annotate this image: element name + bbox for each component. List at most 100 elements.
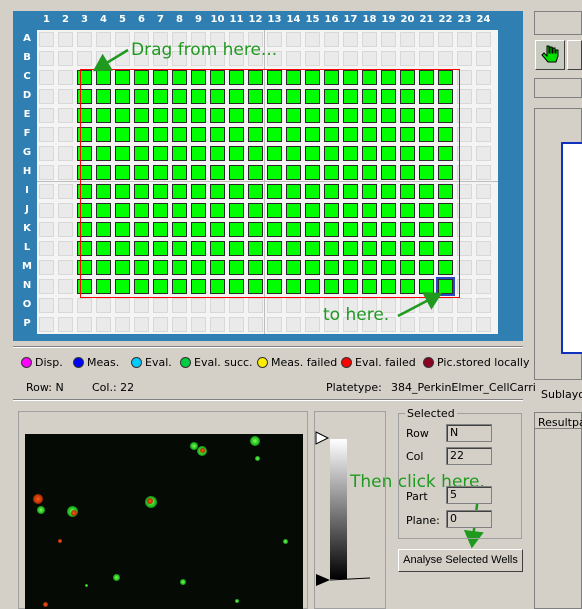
- plate-well[interactable]: [77, 89, 92, 104]
- plate-well[interactable]: [457, 108, 472, 123]
- plate-well[interactable]: [153, 222, 168, 237]
- plate-well[interactable]: [96, 108, 111, 123]
- plate-well[interactable]: [248, 146, 263, 161]
- plate-well[interactable]: [324, 146, 339, 161]
- plate-well[interactable]: [77, 222, 92, 237]
- plate-well[interactable]: [457, 260, 472, 275]
- plate-well[interactable]: [115, 127, 130, 142]
- plate-well[interactable]: [476, 89, 491, 104]
- plate-well[interactable]: [58, 146, 73, 161]
- plate-well[interactable]: [305, 51, 320, 66]
- plate-well[interactable]: [229, 260, 244, 275]
- plate-well[interactable]: [77, 260, 92, 275]
- plate-well[interactable]: [476, 146, 491, 161]
- plate-well[interactable]: [58, 70, 73, 85]
- plate-well[interactable]: [362, 260, 377, 275]
- plate-well[interactable]: [305, 89, 320, 104]
- plate-well[interactable]: [96, 260, 111, 275]
- plate-well[interactable]: [457, 165, 472, 180]
- plate-well[interactable]: [210, 279, 225, 294]
- plate-well[interactable]: [229, 184, 244, 199]
- plate-well[interactable]: [248, 127, 263, 142]
- plate-well[interactable]: [58, 317, 73, 332]
- plate-well[interactable]: [96, 222, 111, 237]
- plate-well[interactable]: [172, 279, 187, 294]
- plate-well[interactable]: [381, 146, 396, 161]
- plate-well[interactable]: [77, 203, 92, 218]
- plate-well[interactable]: [77, 298, 92, 313]
- plate-well[interactable]: [39, 165, 54, 180]
- plate-well[interactable]: [438, 127, 453, 142]
- plate-well[interactable]: [362, 70, 377, 85]
- plate-well[interactable]: [381, 51, 396, 66]
- part-field[interactable]: 5: [446, 486, 492, 504]
- plate-well[interactable]: [419, 51, 434, 66]
- plate-well[interactable]: [172, 184, 187, 199]
- plate-well[interactable]: [286, 127, 301, 142]
- plate-well[interactable]: [381, 279, 396, 294]
- plate-well[interactable]: [305, 298, 320, 313]
- plate-well[interactable]: [362, 32, 377, 47]
- plate-well[interactable]: [191, 70, 206, 85]
- plate-well[interactable]: [362, 51, 377, 66]
- plate-well[interactable]: [153, 260, 168, 275]
- plate-well[interactable]: [210, 241, 225, 256]
- plate-well[interactable]: [476, 317, 491, 332]
- plate-well[interactable]: [476, 184, 491, 199]
- plate-well[interactable]: [191, 279, 206, 294]
- plate-well[interactable]: [210, 317, 225, 332]
- plate-well[interactable]: [248, 203, 263, 218]
- plate-well[interactable]: [476, 203, 491, 218]
- plate-well[interactable]: [210, 203, 225, 218]
- plate-well[interactable]: [58, 222, 73, 237]
- plate-well[interactable]: [476, 70, 491, 85]
- plate-well[interactable]: [419, 146, 434, 161]
- plate-well[interactable]: [305, 70, 320, 85]
- plate-well[interactable]: [191, 165, 206, 180]
- plate-well[interactable]: [153, 241, 168, 256]
- plate-well[interactable]: [419, 127, 434, 142]
- plate-well[interactable]: [286, 32, 301, 47]
- plate-well[interactable]: [457, 127, 472, 142]
- plate-well[interactable]: [134, 127, 149, 142]
- plate-well[interactable]: [172, 260, 187, 275]
- plate-well[interactable]: [134, 70, 149, 85]
- plate-well[interactable]: [229, 127, 244, 142]
- plate-well[interactable]: [153, 146, 168, 161]
- plate-well[interactable]: [362, 279, 377, 294]
- plate-well[interactable]: [210, 127, 225, 142]
- plate-well[interactable]: [419, 184, 434, 199]
- intensity-handles[interactable]: [314, 428, 374, 588]
- plate-well[interactable]: [400, 184, 415, 199]
- plate-well[interactable]: [305, 222, 320, 237]
- plate-well[interactable]: [115, 70, 130, 85]
- hand-pointer-button[interactable]: [535, 40, 565, 70]
- plate-well[interactable]: [134, 298, 149, 313]
- plate-well[interactable]: [58, 51, 73, 66]
- plate-well[interactable]: [191, 184, 206, 199]
- plate-well[interactable]: [58, 165, 73, 180]
- plate-well[interactable]: [324, 165, 339, 180]
- plate-well[interactable]: [476, 51, 491, 66]
- plate-well[interactable]: [191, 298, 206, 313]
- plate-well[interactable]: [343, 32, 358, 47]
- plate-well[interactable]: [343, 165, 358, 180]
- plate-well[interactable]: [229, 222, 244, 237]
- plate-well[interactable]: [248, 241, 263, 256]
- plate-well[interactable]: [457, 32, 472, 47]
- plate-well[interactable]: [115, 32, 130, 47]
- plate-well[interactable]: [381, 32, 396, 47]
- plate-well[interactable]: [96, 317, 111, 332]
- plate-well[interactable]: [419, 203, 434, 218]
- plate-well[interactable]: [210, 184, 225, 199]
- plate-well[interactable]: [229, 317, 244, 332]
- plate-well[interactable]: [267, 89, 282, 104]
- plate-well[interactable]: [210, 70, 225, 85]
- plate-well[interactable]: [400, 260, 415, 275]
- plate-well[interactable]: [381, 165, 396, 180]
- plate-well[interactable]: [96, 165, 111, 180]
- plate-well[interactable]: [96, 298, 111, 313]
- plate-well[interactable]: [172, 203, 187, 218]
- plate-well[interactable]: [210, 260, 225, 275]
- plate-well[interactable]: [39, 32, 54, 47]
